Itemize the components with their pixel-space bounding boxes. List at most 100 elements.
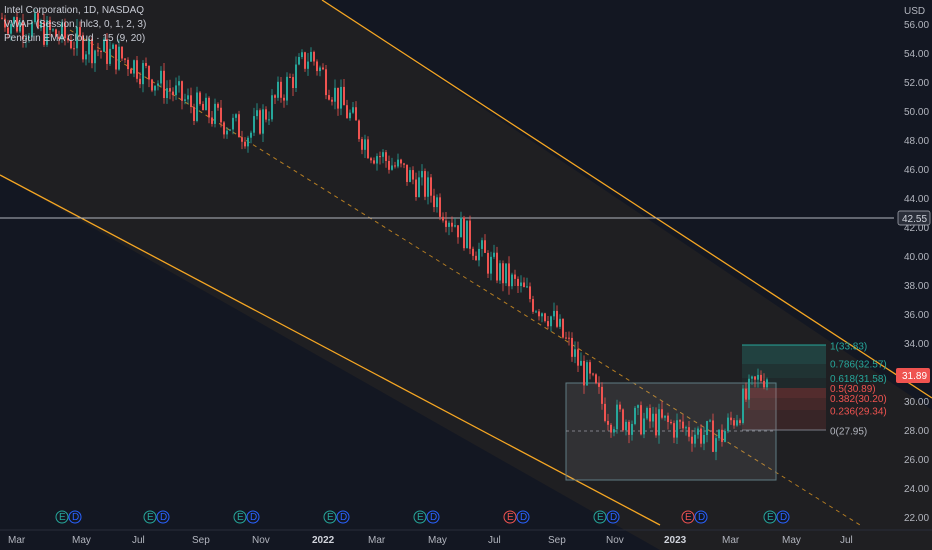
candle-body: [289, 76, 291, 78]
price-chart[interactable]: 1(33.83)0.786(32.57)0.618(31.58)0.5(30.8…: [0, 0, 932, 550]
x-tick-label: Sep: [548, 535, 566, 546]
candle-body: [691, 436, 693, 444]
candle-body: [217, 103, 219, 108]
dividend-marker[interactable]: D: [156, 510, 170, 524]
earnings-marker[interactable]: E: [323, 510, 337, 524]
candle-body: [514, 274, 516, 279]
x-tick-label: Nov: [252, 535, 270, 546]
candle-body: [589, 362, 591, 374]
event-marker-label: D: [520, 512, 527, 523]
candle-body: [754, 376, 756, 380]
candle-body: [328, 95, 330, 100]
candle-body: [577, 349, 579, 366]
time-axis[interactable]: Mar May Jul Sep Nov 2022 Mar May Jul Sep Nov 2023 Ma…: [8, 535, 853, 546]
candle-body: [742, 388, 744, 424]
candle-body: [613, 429, 615, 433]
earnings-marker[interactable]: E: [503, 510, 517, 524]
candle-body: [310, 51, 312, 62]
candle-body: [451, 222, 453, 227]
candle-body: [568, 337, 570, 339]
candle-body: [526, 286, 528, 288]
candle-body: [682, 421, 684, 429]
dividend-marker[interactable]: D: [246, 510, 260, 524]
candle-body: [601, 386, 603, 404]
event-marker-label: D: [250, 512, 257, 523]
x-tick-label: Jul: [488, 535, 501, 546]
candle-body: [127, 59, 129, 70]
candle-body: [298, 57, 300, 65]
ema-cloud-indicator-label[interactable]: Penguin EMA Cloud · 15 (9, 20): [4, 32, 146, 46]
candle-body: [319, 67, 321, 72]
symbol-title[interactable]: Intel Corporation, 1D, NASDAQ: [4, 4, 146, 18]
candle-body: [334, 87, 336, 102]
event-marker-label: E: [685, 512, 692, 523]
candle-body: [337, 87, 339, 109]
candle-body: [469, 220, 471, 249]
candle-body: [271, 95, 273, 120]
candle-body: [124, 58, 126, 60]
candle-body: [193, 107, 195, 121]
candle-body: [550, 316, 552, 327]
candle-body: [658, 409, 660, 436]
candle-body: [355, 107, 357, 121]
candle-body: [610, 424, 612, 433]
y-tick-label: 26.00: [904, 455, 929, 466]
dividend-marker[interactable]: D: [776, 510, 790, 524]
candle-body: [628, 421, 630, 435]
candle-body: [226, 130, 228, 135]
candle-body: [265, 109, 267, 120]
vwap-indicator-label[interactable]: VWAP (Session, hlc3, 0, 1, 2, 3): [4, 18, 146, 32]
candle-body: [85, 54, 87, 60]
fibonacci-retracement[interactable]: [742, 344, 826, 431]
earnings-marker[interactable]: E: [55, 510, 69, 524]
dividend-marker[interactable]: D: [68, 510, 82, 524]
candle-body: [643, 418, 645, 435]
candle-body: [274, 95, 276, 98]
candle-body: [595, 374, 597, 384]
earnings-marker[interactable]: E: [413, 510, 427, 524]
candle-body: [676, 420, 678, 438]
candle-body: [523, 282, 525, 288]
candle-body: [586, 362, 588, 386]
candle-body: [685, 427, 687, 429]
candle-body: [154, 85, 156, 91]
dividend-marker[interactable]: D: [336, 510, 350, 524]
candle-body: [241, 137, 243, 142]
candle-body: [145, 63, 147, 66]
x-tick-label: May: [782, 535, 801, 546]
candle-body: [148, 65, 150, 80]
dividend-marker[interactable]: D: [426, 510, 440, 524]
event-marker-label: E: [147, 512, 154, 523]
candle-body: [751, 376, 753, 379]
candle-body: [748, 378, 750, 400]
earnings-marker[interactable]: E: [593, 510, 607, 524]
candle-body: [454, 225, 456, 227]
fib-level-label: 0.786(32.57): [830, 360, 887, 371]
candle-body: [427, 177, 429, 197]
y-tick-label: 46.00: [904, 165, 929, 176]
candle-body: [649, 407, 651, 422]
candle-body: [169, 88, 171, 92]
candle-body: [670, 421, 672, 424]
earnings-marker[interactable]: E: [233, 510, 247, 524]
candle-body: [295, 64, 297, 89]
candle-body: [547, 321, 549, 327]
candle-body: [412, 170, 414, 180]
candle-body: [688, 427, 690, 437]
candle-body: [502, 263, 504, 284]
dividend-marker[interactable]: D: [606, 510, 620, 524]
candle-body: [634, 407, 636, 424]
earnings-marker[interactable]: E: [763, 510, 777, 524]
candle-body: [388, 160, 390, 170]
candle-body: [505, 263, 507, 284]
earnings-marker[interactable]: E: [681, 510, 695, 524]
dividend-marker[interactable]: D: [516, 510, 530, 524]
candle-body: [460, 217, 462, 238]
event-marker-label: E: [507, 512, 514, 523]
candle-body: [604, 403, 606, 421]
dividend-marker[interactable]: D: [694, 510, 708, 524]
candle-body: [376, 156, 378, 164]
candle-body: [229, 129, 231, 131]
candle-body: [133, 60, 135, 74]
earnings-marker[interactable]: E: [143, 510, 157, 524]
